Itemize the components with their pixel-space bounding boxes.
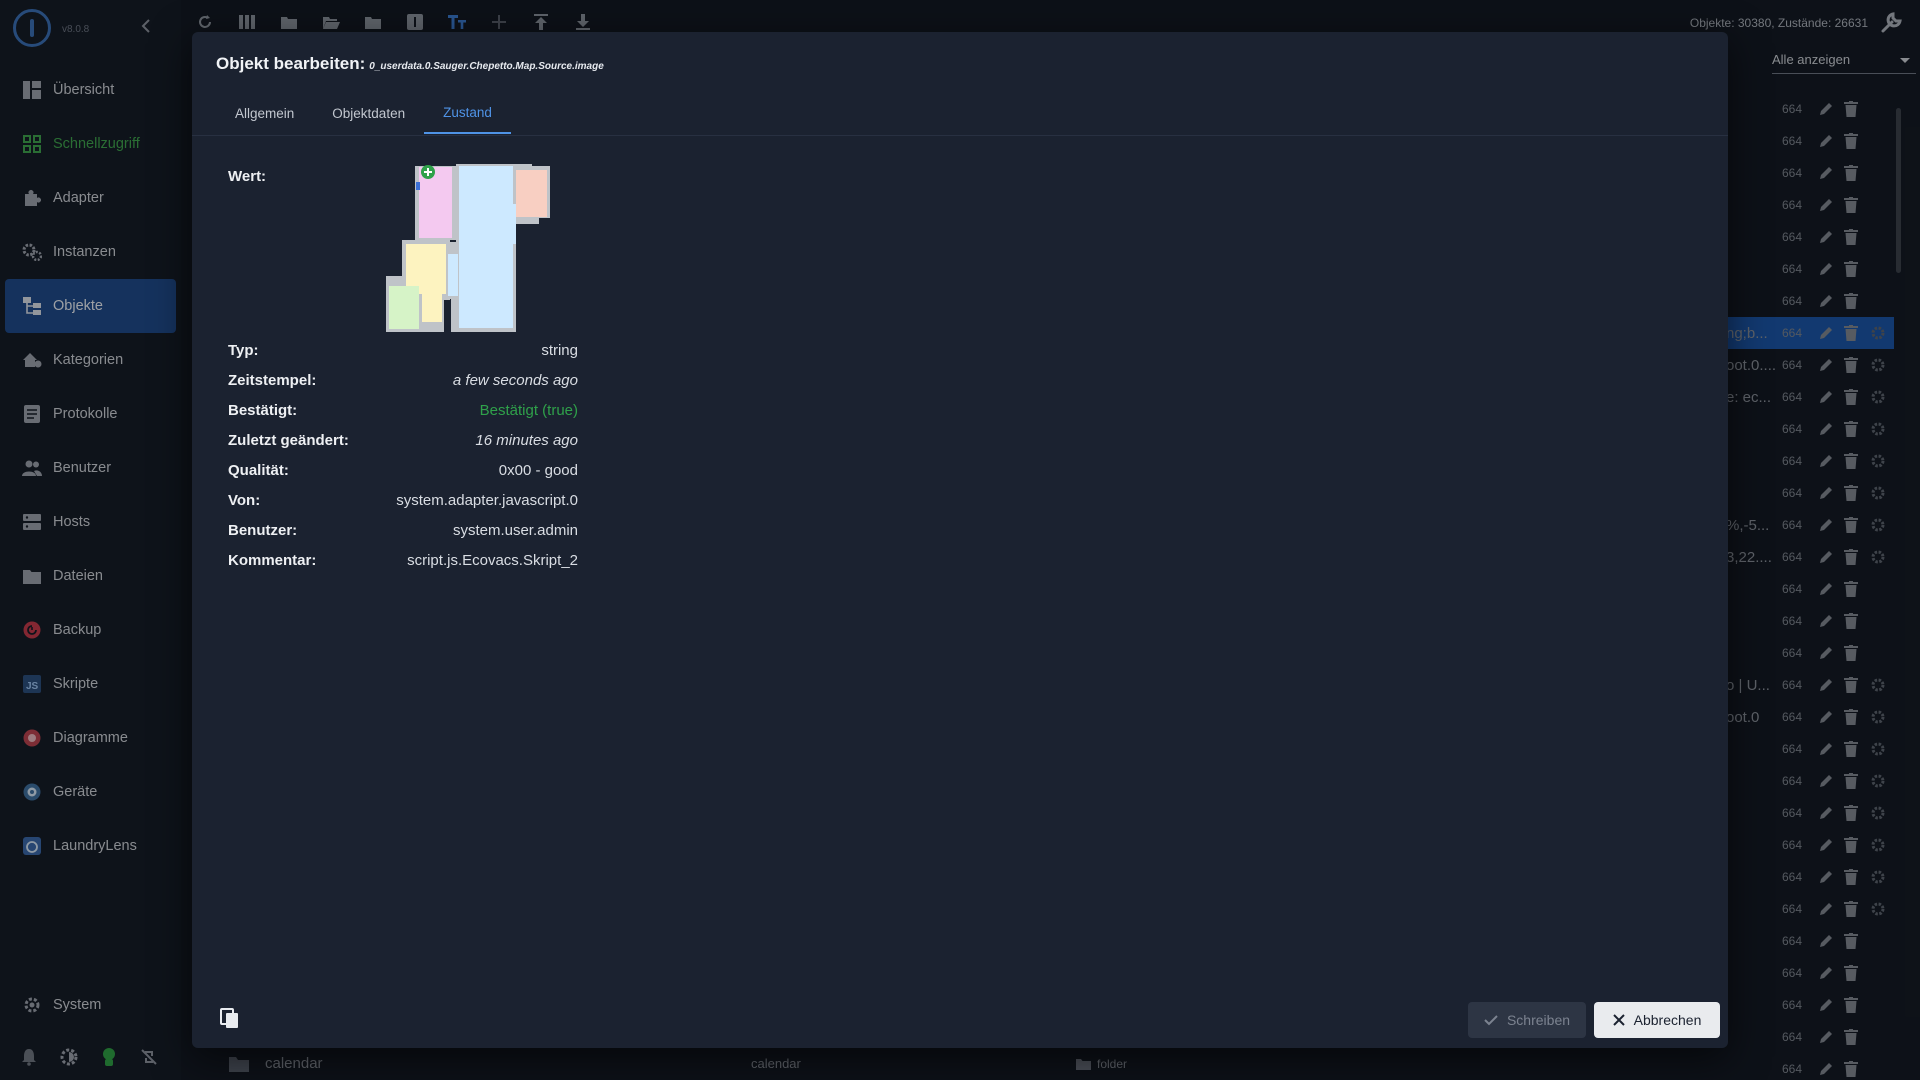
copy-icon[interactable] (220, 1008, 242, 1030)
property-key: Bestätigt: (228, 402, 298, 419)
property-key: Von: (228, 492, 261, 509)
tab-zustand[interactable]: Zustand (424, 92, 511, 134)
edit-object-dialog: Objekt bearbeiten: 0_userdata.0.Sauger.Ch… (192, 32, 1728, 1048)
property-row: Kommentar: script.js.Ecovacs.Skript_2 (228, 552, 578, 576)
dialog-title: Objekt bearbeiten: 0_userdata.0.Sauger.Ch… (216, 54, 604, 74)
property-value: script.js.Ecovacs.Skript_2 (407, 552, 578, 569)
property-value: 0x00 - good (498, 462, 578, 479)
map-image (386, 164, 550, 332)
property-row: Benutzer: system.user.admin (228, 522, 578, 546)
property-value: system.user.admin (452, 522, 578, 539)
property-row: Qualität: 0x00 - good (228, 462, 578, 486)
property-value: a few seconds ago (452, 372, 578, 389)
property-value: system.adapter.javascript.0 (396, 492, 578, 509)
property-row: Zeitstempel: a few seconds ago (228, 372, 578, 396)
check-icon (1484, 1015, 1498, 1026)
property-key: Qualität: (228, 462, 289, 479)
property-value: 16 minutes ago (475, 432, 578, 449)
property-row: Bestätigt: Bestätigt (true) (228, 402, 578, 426)
property-row: Von: system.adapter.javascript.0 (228, 492, 578, 516)
property-row: Zuletzt geändert: 16 minutes ago (228, 432, 578, 456)
property-key: Zeitstempel: (228, 372, 317, 389)
property-row: Typ: string (228, 342, 578, 366)
write-button-label: Schreiben (1506, 1012, 1571, 1028)
property-key: Benutzer: (228, 522, 298, 539)
property-key: Kommentar: (228, 552, 317, 569)
property-value: Bestätigt (true) (479, 402, 578, 419)
object-id: 0_userdata.0.Sauger.Chepetto.Map.Source.… (369, 61, 604, 72)
cancel-button[interactable]: Abbrechen (1594, 1002, 1720, 1038)
property-key: Zuletzt geändert: (228, 432, 349, 449)
dialog-tabs: Allgemein Objektdaten Zustand (216, 92, 511, 134)
tab-divider (192, 135, 1728, 136)
property-value: string (541, 342, 578, 359)
property-key: Typ: (228, 342, 259, 359)
cancel-button-label: Abbrechen (1633, 1012, 1702, 1028)
tab-objektdaten[interactable]: Objektdaten (313, 92, 424, 134)
write-button[interactable]: Schreiben (1468, 1002, 1586, 1038)
tab-allgemein[interactable]: Allgemein (216, 92, 313, 134)
dialog-title-label: Objekt bearbeiten: (216, 54, 366, 73)
value-label: Wert: (228, 168, 267, 185)
close-icon (1612, 1014, 1625, 1026)
